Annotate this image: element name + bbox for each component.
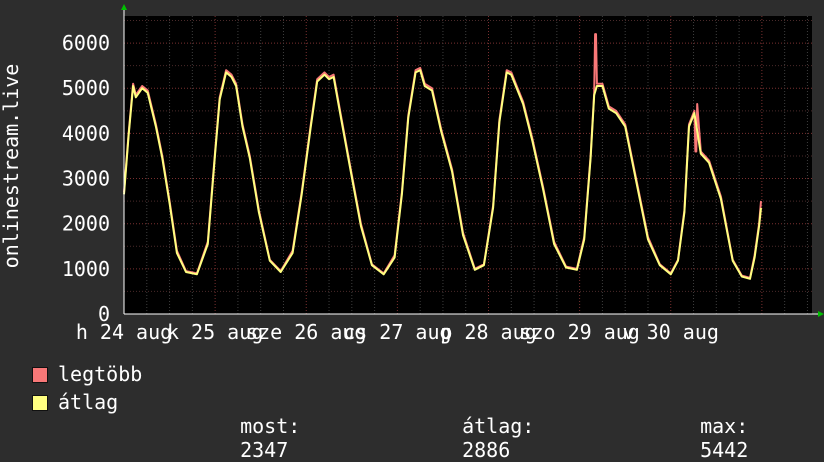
stat-avg-label: átlag: (462, 414, 535, 438)
y-tick-label: 6000 (62, 31, 110, 55)
stat-now-value: 2347 (240, 438, 289, 462)
y-tick-label: 4000 (62, 121, 110, 145)
legend-label-max: legtöbb (58, 362, 143, 386)
stat-max-label: max: (700, 414, 749, 438)
y-axis-arrow-icon (121, 4, 127, 10)
y-tick-label: 3000 (62, 167, 110, 191)
stat-max-value: 5442 (700, 438, 749, 462)
stat-now-label: most: (240, 414, 301, 438)
stat-now: most: 2347 (216, 390, 300, 462)
x-tick-label: cs 27 aug (343, 320, 451, 344)
y-tick-label: 1000 (62, 257, 110, 281)
x-tick-label: h 24 aug (76, 320, 172, 344)
stat-avg-value: 2886 (462, 438, 511, 462)
y-axis-label: onlinestream.live (0, 64, 23, 269)
y-tick-label: 5000 (62, 76, 110, 100)
x-axis-arrow-icon (818, 311, 824, 317)
legend-swatch-avg (32, 395, 48, 411)
x-axis-ticks: h 24 augk 25 augsze 26 augcs 27 augp 28 … (76, 320, 719, 344)
stat-avg: átlag: 2886 (438, 390, 534, 462)
stat-max: max: 5442 (676, 390, 748, 462)
y-tick-label: 2000 (62, 212, 110, 236)
x-tick-label: v 30 aug (623, 320, 719, 344)
legend-swatch-max (32, 367, 48, 383)
y-axis-ticks: 0100020003000400050006000 (62, 31, 110, 326)
legend-label-avg: átlag (58, 390, 119, 414)
